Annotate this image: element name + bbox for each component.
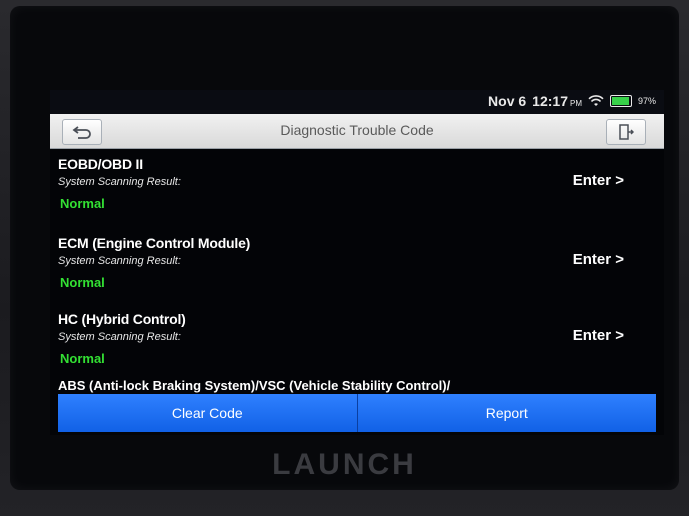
enter-button[interactable]: Enter > bbox=[573, 172, 624, 189]
battery-percentage: 97% bbox=[637, 96, 656, 106]
battery-fill bbox=[611, 97, 630, 105]
list-item[interactable]: EOBD/OBD II System Scanning Result: Norm… bbox=[50, 148, 664, 226]
scan-status: Normal bbox=[60, 351, 105, 366]
list-item[interactable]: ECM (Engine Control Module) System Scann… bbox=[50, 227, 664, 305]
scan-status: Normal bbox=[60, 275, 105, 290]
status-ampm: PM bbox=[569, 99, 582, 108]
exit-button[interactable] bbox=[606, 119, 646, 145]
action-bar: Clear Code Report bbox=[58, 394, 656, 432]
scan-result-label: System Scanning Result: bbox=[58, 331, 181, 343]
title-bar: Diagnostic Trouble Code bbox=[50, 114, 664, 149]
exit-door-icon bbox=[619, 124, 634, 140]
list-item-partial[interactable]: ABS (Anti-lock Braking System)/VSC (Vehi… bbox=[58, 378, 450, 393]
scan-result-label: System Scanning Result: bbox=[58, 255, 181, 267]
status-date: Nov 6 bbox=[488, 93, 527, 109]
system-name: EOBD/OBD II bbox=[58, 156, 143, 172]
system-name: HC (Hybrid Control) bbox=[58, 311, 186, 327]
wifi-icon bbox=[588, 95, 604, 106]
system-list: EOBD/OBD II System Scanning Result: Norm… bbox=[50, 148, 664, 388]
status-right: Nov 6 12:17 PM 97% bbox=[488, 93, 656, 109]
list-item[interactable]: HC (Hybrid Control) System Scanning Resu… bbox=[50, 303, 664, 381]
screen: Nov 6 12:17 PM 97% Diagnostic Trouble Co… bbox=[50, 90, 664, 435]
page-title: Diagnostic Trouble Code bbox=[280, 122, 434, 138]
scan-result-label: System Scanning Result: bbox=[58, 176, 181, 188]
report-button[interactable]: Report bbox=[356, 394, 656, 432]
status-time-group: 12:17 PM bbox=[532, 93, 582, 109]
system-name: ECM (Engine Control Module) bbox=[58, 235, 251, 251]
enter-button[interactable]: Enter > bbox=[573, 251, 624, 268]
status-time: 12:17 bbox=[532, 93, 568, 109]
clear-code-button[interactable]: Clear Code bbox=[58, 394, 357, 432]
brand-logo: LAUNCH bbox=[272, 448, 417, 481]
status-bar: Nov 6 12:17 PM 97% bbox=[50, 90, 664, 114]
enter-button[interactable]: Enter > bbox=[573, 327, 624, 344]
device-frame: Nov 6 12:17 PM 97% Diagnostic Trouble Co… bbox=[0, 0, 689, 516]
battery-icon bbox=[609, 95, 632, 107]
scan-status: Normal bbox=[60, 196, 105, 211]
